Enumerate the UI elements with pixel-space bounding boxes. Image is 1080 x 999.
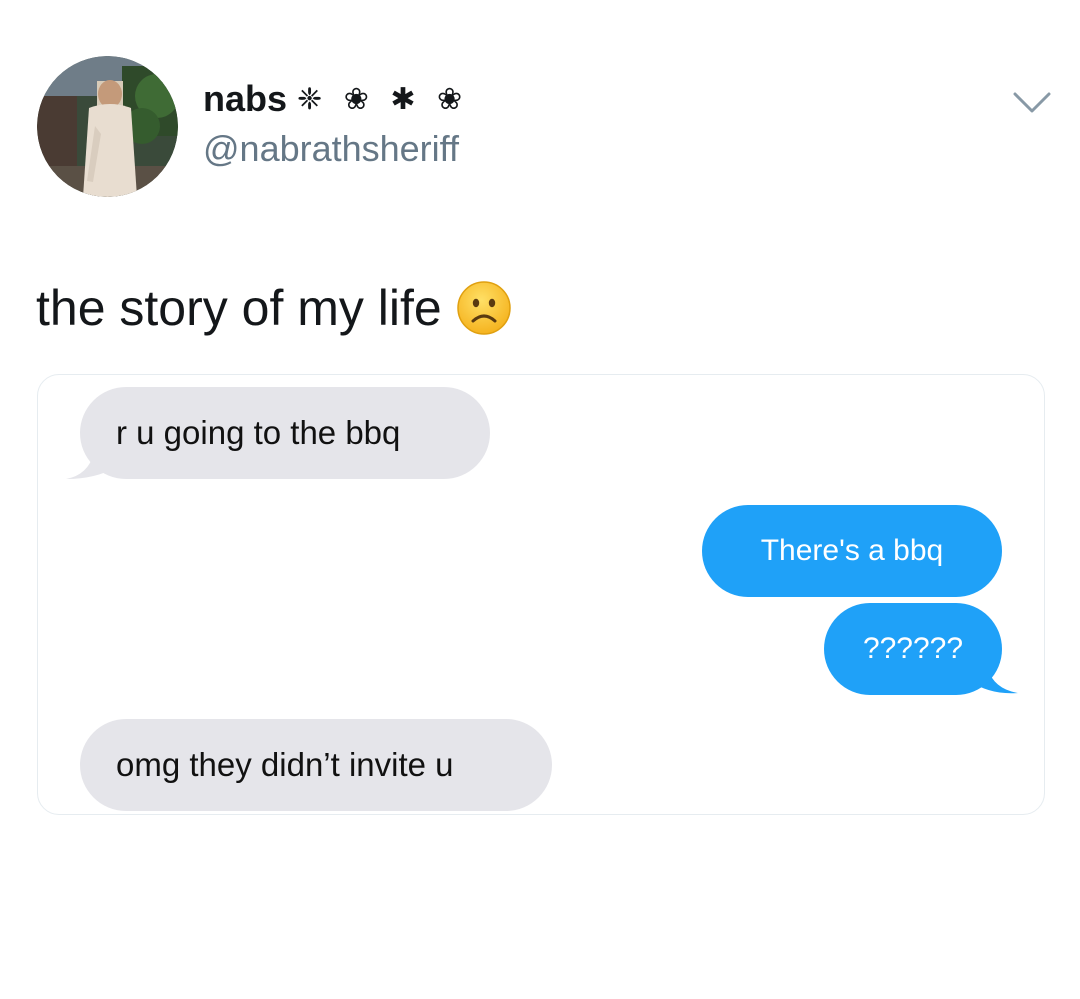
profile-photo: [37, 56, 178, 197]
received-message: omg they didn’t invite u: [80, 719, 552, 811]
message-text: r u going to the bbq: [116, 414, 401, 451]
tweet-text: the story of my life: [36, 280, 442, 336]
author-name-row[interactable]: nabs ❈ ❀ ✱ ❀: [203, 76, 468, 122]
message-text: There's a bbq: [760, 534, 944, 567]
name-decoration: ❈ ❀ ✱ ❀: [297, 81, 469, 117]
user-handle[interactable]: @nabrathsheriff: [203, 128, 459, 170]
attached-image[interactable]: r u going to the bbq There's a bbq ?????…: [37, 374, 1045, 815]
message-text: ??????: [862, 632, 964, 665]
sent-message: There's a bbq: [702, 505, 1002, 597]
display-name[interactable]: nabs: [203, 78, 287, 120]
chevron-down-icon[interactable]: [1012, 90, 1052, 116]
avatar[interactable]: [37, 56, 178, 197]
sent-message: ??????: [824, 603, 1002, 695]
frowning-face-icon: [456, 281, 511, 335]
tweet-text-row: the story of my life: [36, 276, 512, 340]
received-message: r u going to the bbq: [80, 387, 490, 479]
message-text: omg they didn’t invite u: [116, 746, 454, 783]
